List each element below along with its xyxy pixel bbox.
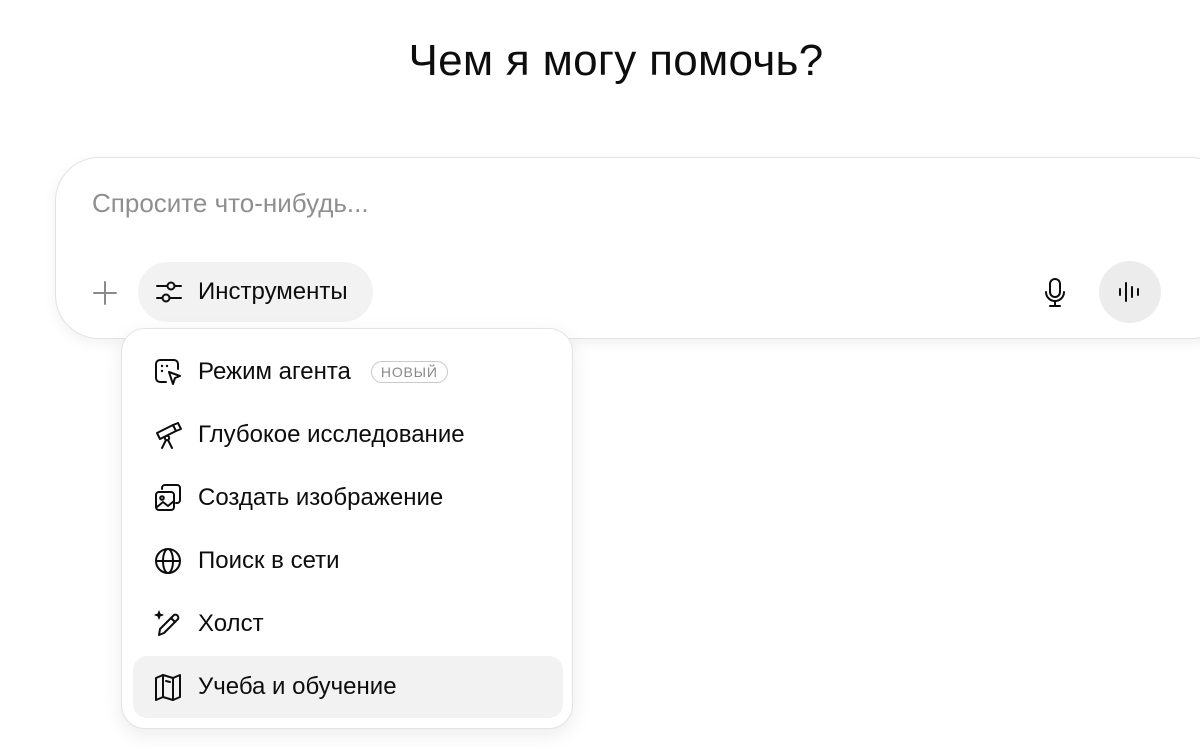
globe-icon (152, 545, 184, 577)
menu-item-study-and-learn[interactable]: Учеба и обучение (133, 656, 563, 718)
telescope-icon (152, 419, 184, 451)
dictate-button[interactable] (1034, 272, 1076, 314)
sliders-icon (154, 277, 184, 307)
menu-item-create-image[interactable]: Создать изображение (133, 467, 563, 529)
image-icon (152, 482, 184, 514)
prompt-composer: Инструменты (55, 157, 1200, 339)
microphone-icon (1041, 277, 1069, 309)
book-icon (152, 671, 184, 703)
agent-cursor-icon (152, 356, 184, 388)
pencil-sparkle-icon (152, 608, 184, 640)
prompt-input[interactable] (92, 188, 992, 219)
menu-item-label: Учеба и обучение (198, 673, 397, 700)
page: Чем я могу помочь? Инструме (0, 0, 1200, 747)
new-badge: НОВЫЙ (370, 361, 448, 383)
page-title: Чем я могу помочь? (408, 36, 824, 85)
menu-item-label: Глубокое исследование (198, 421, 465, 448)
menu-item-label: Холст (198, 610, 264, 637)
menu-item-web-search[interactable]: Поиск в сети (133, 530, 563, 592)
voice-mode-button[interactable] (1099, 261, 1161, 323)
plus-icon (91, 279, 119, 307)
menu-item-deep-research[interactable]: Глубокое исследование (133, 404, 563, 466)
tools-button[interactable]: Инструменты (138, 262, 373, 322)
add-attachment-button[interactable] (86, 274, 124, 312)
tools-button-label: Инструменты (198, 278, 348, 305)
tools-menu: Режим агента НОВЫЙ Глубокое исследование (121, 328, 573, 729)
voice-waveform-icon (1116, 279, 1144, 305)
menu-item-agent-mode[interactable]: Режим агента НОВЫЙ (133, 341, 563, 403)
menu-item-label: Создать изображение (198, 484, 444, 511)
menu-item-label: Поиск в сети (198, 547, 340, 574)
menu-item-canvas[interactable]: Холст (133, 593, 563, 655)
menu-item-label: Режим агента (198, 358, 351, 385)
